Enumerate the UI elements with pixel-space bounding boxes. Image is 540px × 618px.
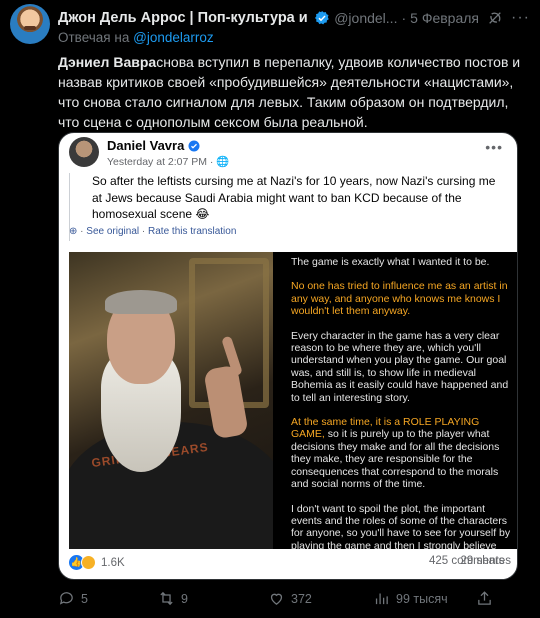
fb-author-name: Daniel Vavra bbox=[107, 138, 185, 153]
views-chart-icon bbox=[375, 593, 388, 605]
tweet-date[interactable]: 5 Февраля bbox=[410, 10, 479, 26]
statement-paragraph: At the same time, it is a ROLE PLAYING G… bbox=[291, 416, 500, 491]
reply-to-link[interactable]: @jondelarroz bbox=[133, 30, 214, 45]
statement-paragraph: Every character in the game has a very c… bbox=[291, 329, 509, 404]
statement-paragraph: No one has tried to influence me as an a… bbox=[291, 280, 508, 318]
author-avatar[interactable] bbox=[10, 4, 50, 44]
translate-icon: ⊕ bbox=[69, 226, 78, 237]
statement-text-block: The game is exactly what I wanted it to … bbox=[291, 256, 511, 549]
fb-translation-links: ⊕ · See original · Rate this translation bbox=[69, 226, 236, 237]
fb-more-icon: ••• bbox=[485, 139, 503, 155]
fb-author-avatar bbox=[69, 137, 99, 167]
header-separator: · bbox=[401, 10, 407, 26]
fb-post-timestamp: Yesterday at 2:07 PM · 🌐 bbox=[107, 155, 229, 168]
fb-post-footer: 👍 1.6K 425 comments 29 shares bbox=[69, 555, 511, 575]
reply-count: 5 bbox=[81, 591, 88, 606]
haha-reaction-icon bbox=[81, 555, 96, 570]
tweet-text-bold: Дэниел Вавра bbox=[58, 54, 157, 70]
share-icon bbox=[478, 591, 491, 605]
globe-icon: 🌐 bbox=[216, 156, 230, 168]
see-original-link: See original bbox=[86, 226, 140, 237]
rate-translation-link: Rate this translation bbox=[148, 226, 237, 237]
fb-timestamp-text: Yesterday at 2:07 PM · bbox=[107, 156, 214, 168]
reply-button[interactable]: 5 bbox=[58, 590, 88, 607]
tweet-actions: 5 9 372 99 тысяч bbox=[58, 590, 528, 612]
heart-icon bbox=[270, 593, 283, 605]
views-count: 99 тысяч bbox=[396, 591, 448, 606]
bearded-man-photo: GRIPPING BEARS bbox=[69, 252, 273, 549]
more-options-icon[interactable]: ··· bbox=[511, 9, 530, 27]
retweet-icon bbox=[160, 591, 173, 606]
reply-context: Отвечая на @jondelarroz bbox=[58, 30, 214, 45]
translate-separator: · bbox=[141, 226, 146, 237]
statement-paragraph: The game is exactly what I wanted it to … bbox=[291, 256, 490, 268]
author-handle[interactable]: @jondel... bbox=[334, 10, 397, 26]
tweet-header: Джон Дель Аррос | Поп-культура и ... @jo… bbox=[58, 8, 530, 28]
fb-author-name-row: Daniel Vavra bbox=[107, 138, 200, 153]
reply-icon bbox=[59, 592, 73, 605]
share-button[interactable] bbox=[476, 590, 493, 607]
reactions-count: 1.6K bbox=[101, 556, 125, 569]
translate-dot: · bbox=[80, 226, 84, 237]
fb-post-media: GRIPPING BEARS The game is exactly what … bbox=[69, 252, 517, 549]
photo-hair bbox=[105, 290, 177, 314]
tweet-text: Дэниел Вавраснова вступил в перепалку, у… bbox=[58, 52, 528, 132]
fb-shares-count: 29 shares bbox=[460, 555, 511, 567]
views-button[interactable]: 99 тысяч bbox=[373, 590, 448, 607]
like-button[interactable]: 372 bbox=[268, 590, 312, 607]
statement-paragraph: I don't want to spoil the plot, the impo… bbox=[291, 502, 511, 550]
like-count: 372 bbox=[291, 591, 312, 606]
author-name[interactable]: Джон Дель Аррос | Поп-культура и ... bbox=[58, 10, 310, 26]
embedded-image-card[interactable]: Daniel Vavra Yesterday at 2:07 PM · 🌐 ••… bbox=[58, 132, 518, 580]
retweet-count: 9 bbox=[181, 591, 188, 606]
grok-icon[interactable] bbox=[487, 10, 503, 26]
fb-verified-icon bbox=[188, 140, 200, 151]
fb-reactions: 👍 1.6K bbox=[69, 555, 125, 570]
reply-prefix: Отвечая на bbox=[58, 30, 130, 45]
retweet-button[interactable]: 9 bbox=[158, 590, 188, 607]
statement-highlight: At the same time, it is a ROLE PLAYING G… bbox=[291, 416, 480, 441]
verified-badge-icon bbox=[315, 11, 329, 25]
